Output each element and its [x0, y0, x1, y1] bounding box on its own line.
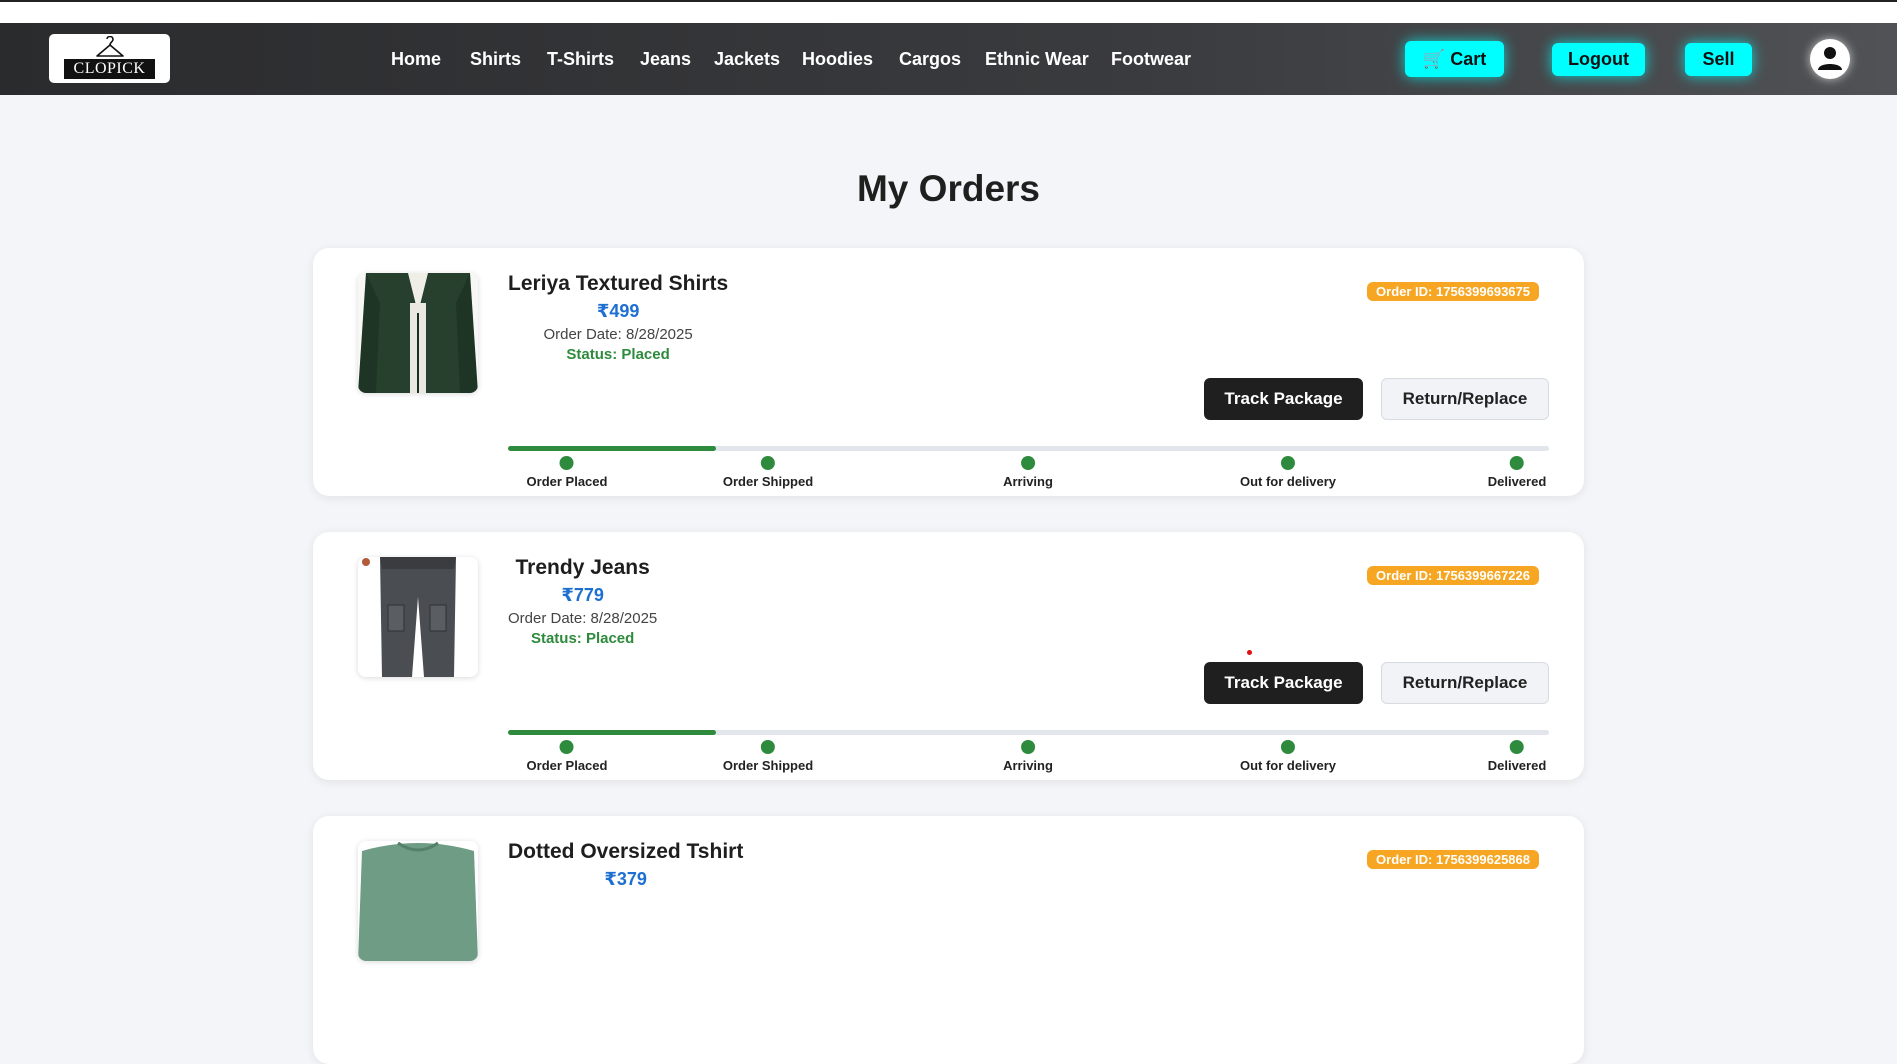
step-dot [560, 456, 574, 470]
progress-step: Arriving [1003, 456, 1053, 489]
order-date: Order Date: 8/28/2025 [543, 326, 693, 343]
product-price: ₹499 [596, 301, 640, 321]
logout-button[interactable]: Logout [1552, 43, 1645, 76]
track-package-button[interactable]: Track Package [1204, 378, 1363, 420]
nav-link-footwear[interactable]: Footwear [1111, 49, 1191, 70]
jeans-image [358, 557, 478, 677]
return-replace-button[interactable]: Return/Replace [1381, 378, 1549, 420]
hanger-icon [96, 36, 124, 57]
progress-step: Arriving [1003, 740, 1053, 773]
jacket-image [358, 273, 478, 393]
cursor-dot [1247, 650, 1252, 655]
return-replace-button[interactable]: Return/Replace [1381, 662, 1549, 704]
page-title: My Orders [856, 168, 1040, 209]
step-label: Order Placed [526, 474, 608, 489]
order-card: Trendy Jeans ₹779 Order Date: 8/28/2025 … [313, 532, 1584, 780]
nav-link-shirts[interactable]: Shirts [470, 49, 521, 70]
logo-text: CLOPICK [64, 59, 155, 79]
sell-button[interactable]: Sell [1685, 43, 1752, 76]
progress-step: Out for delivery [1240, 456, 1336, 489]
progress-step: Delivered [1487, 740, 1547, 773]
nav-link-tshirts[interactable]: T-Shirts [547, 49, 614, 70]
nav-link-ethnic-wear[interactable]: Ethnic Wear [985, 49, 1089, 70]
user-icon [1818, 47, 1842, 70]
progress-step: Order Placed [526, 740, 608, 773]
nav-link-jeans[interactable]: Jeans [640, 49, 691, 70]
step-label: Out for delivery [1239, 474, 1337, 489]
progress-step: Order Placed [526, 456, 608, 489]
product-name[interactable]: Trendy Jeans [508, 556, 657, 580]
product-info: Trendy Jeans ₹779 Order Date: 8/28/2025 … [508, 556, 657, 647]
product-image[interactable] [358, 841, 478, 961]
progress-fill [508, 446, 717, 451]
progress-track [508, 446, 1549, 451]
progress-fill [508, 730, 717, 735]
progress-step: Order Shipped [723, 456, 813, 489]
order-card: Dotted Oversized Tshirt ₹379 Order ID: 1… [313, 816, 1584, 1064]
step-dot [1021, 740, 1035, 754]
progress-step: Out for delivery [1240, 740, 1336, 773]
step-label: Delivered [1487, 474, 1547, 489]
nav-link-hoodies[interactable]: Hoodies [802, 49, 873, 70]
progress-track [508, 730, 1549, 735]
browser-top-strip [0, 0, 1897, 23]
order-card: Leriya Textured Shirts ₹499 Order Date: … [313, 248, 1584, 496]
step-dot [1509, 456, 1524, 470]
nav-link-cargos[interactable]: Cargos [899, 49, 961, 70]
progress-step: Delivered [1487, 456, 1547, 489]
step-label: Out for delivery [1239, 758, 1337, 773]
tshirt-image [358, 841, 478, 961]
cart-button[interactable]: 🛒 Cart [1405, 41, 1504, 77]
step-label: Arriving [1003, 474, 1053, 489]
product-info: Leriya Textured Shirts ₹499 Order Date: … [508, 272, 728, 363]
step-dot [760, 740, 775, 754]
order-id-badge: Order ID: 1756399625868 [1367, 850, 1539, 869]
step-dot [760, 456, 775, 470]
step-dot [1280, 740, 1295, 754]
product-price: ₹779 [561, 585, 604, 605]
profile-avatar[interactable] [1810, 39, 1850, 79]
product-name[interactable]: Leriya Textured Shirts [508, 272, 728, 296]
nav-link-jackets[interactable]: Jackets [714, 49, 780, 70]
order-status: Status: Placed [530, 630, 635, 647]
product-image[interactable] [358, 273, 478, 393]
step-dot [1280, 456, 1295, 470]
product-image[interactable] [358, 557, 478, 677]
progress-step: Order Shipped [723, 740, 813, 773]
navbar: CLOPICK Home Shirts T-Shirts Jeans Jacke… [0, 23, 1897, 95]
step-label: Delivered [1487, 758, 1547, 773]
step-label: Order Shipped [722, 758, 814, 773]
step-label: Order Shipped [722, 474, 814, 489]
track-package-button[interactable]: Track Package [1204, 662, 1363, 704]
product-info: Dotted Oversized Tshirt ₹379 [508, 840, 743, 890]
step-dot [1021, 456, 1035, 470]
order-date: Order Date: 8/28/2025 [508, 610, 658, 627]
order-status: Status: Placed [566, 346, 670, 363]
step-label: Order Placed [526, 758, 608, 773]
product-name[interactable]: Dotted Oversized Tshirt [508, 840, 743, 864]
logo[interactable]: CLOPICK [49, 34, 170, 83]
nav-link-home[interactable]: Home [391, 49, 441, 70]
order-id-badge: Order ID: 1756399667226 [1367, 566, 1539, 585]
order-id-badge: Order ID: 1756399693675 [1367, 282, 1539, 301]
step-dot [560, 740, 574, 754]
step-dot [1509, 740, 1524, 754]
step-label: Arriving [1003, 758, 1053, 773]
